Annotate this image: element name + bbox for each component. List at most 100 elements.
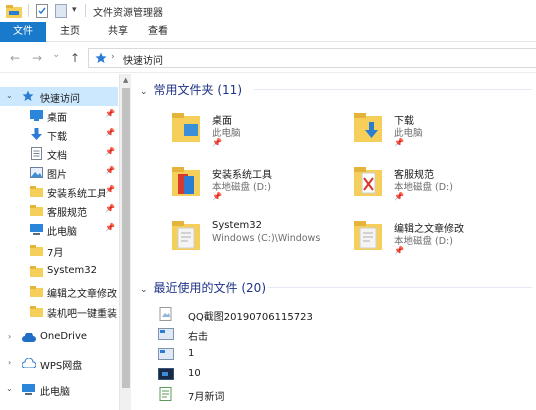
folder-tile-downloads[interactable]: 下载 此电脑 📌 (354, 110, 534, 154)
folder-location: Windows (C:)\Windows (212, 233, 321, 244)
nav-label: System32 (47, 265, 98, 276)
pin-icon[interactable]: 📌 (105, 223, 115, 232)
folder-location: 本地磁盘 (D:) (394, 182, 453, 193)
group-divider (254, 89, 532, 90)
pdf-folder-icon (354, 167, 382, 196)
pin-icon[interactable]: 📌 (105, 147, 115, 156)
nav-item-service-folder[interactable]: 客服规范 📌 (0, 201, 118, 220)
properties-icon[interactable] (36, 4, 48, 18)
nav-scrollbar[interactable]: ▲ (119, 74, 131, 410)
folder-icon (30, 205, 43, 216)
folder-icon (30, 245, 43, 256)
folder-tile-system32[interactable]: System32 Windows (C:)\Windows (172, 218, 352, 262)
document-icon (31, 147, 42, 160)
address-bar[interactable]: › 快速访问 (88, 48, 536, 68)
nav-label: 此电脑 (47, 227, 77, 238)
window-title: 文件资源管理器 (93, 8, 163, 19)
desktop-folder-icon (172, 113, 200, 142)
recent-file-item[interactable]: 右击 (158, 326, 518, 344)
nav-label: WPS网盘 (40, 361, 83, 372)
nav-item-documents[interactable]: 文档 📌 (0, 144, 118, 163)
toolbar-separator (85, 4, 86, 17)
scroll-up-arrow-icon[interactable]: ▲ (123, 76, 128, 84)
dark-screenshot-file-icon (158, 368, 174, 380)
new-folder-icon[interactable] (55, 4, 67, 18)
pin-icon[interactable]: 📌 (105, 166, 115, 175)
pin-icon[interactable]: 📌 (105, 109, 115, 118)
up-button[interactable]: ↑ (70, 51, 80, 65)
tab-home[interactable]: 主页 (50, 22, 90, 42)
nav-item-tools-folder[interactable]: 安装系统工具 📌 (0, 182, 118, 201)
nav-item-downloads[interactable]: 下载 📌 (0, 125, 118, 144)
tab-share[interactable]: 共享 (98, 22, 138, 42)
pin-icon: 📌 (394, 138, 404, 147)
pin-icon[interactable]: 📌 (105, 128, 115, 137)
folder-tile-tools[interactable]: 安装系统工具 本地磁盘 (D:) 📌 (172, 164, 352, 208)
collapse-chevron-icon[interactable]: ⌄ (6, 384, 13, 393)
folder-tile-edit-articles[interactable]: 编辑之文章修改 本地磁盘 (D:) 📌 (354, 218, 534, 262)
nav-wps-drive[interactable]: › WPS网盘 (0, 354, 118, 373)
expand-chevron-icon[interactable]: › (8, 358, 11, 367)
folder-icon (30, 286, 43, 297)
cloud-icon (22, 333, 36, 342)
nav-item-edit-articles[interactable]: 编辑之文章修改 (0, 282, 118, 301)
text-file-icon (159, 387, 172, 401)
nav-label: 桌面 (47, 113, 67, 124)
recent-file-item[interactable]: 7月新词 (158, 386, 518, 404)
folder-tile-desktop[interactable]: 桌面 此电脑 📌 (172, 110, 352, 154)
customize-toolbar-icon[interactable]: ▾ (72, 5, 77, 15)
frequent-folders-title: 常用文件夹 (11) (153, 83, 242, 97)
nav-label: OneDrive (40, 331, 88, 342)
tools-folder-icon (172, 167, 200, 196)
pin-icon[interactable]: 📌 (105, 204, 115, 213)
folder-location: 本地磁盘 (D:) (394, 236, 453, 247)
recent-file-name: 右击 (188, 332, 208, 343)
forward-button[interactable]: → (32, 51, 42, 65)
recent-files-header[interactable]: ⌄ 最近使用的文件 (20) (140, 279, 266, 296)
frequent-folders-header[interactable]: ⌄ 常用文件夹 (11) (140, 81, 242, 98)
tab-view[interactable]: 查看 (138, 22, 178, 42)
folder-icon (30, 266, 43, 277)
pin-icon: 📌 (212, 192, 222, 201)
recent-file-item[interactable]: 10 (158, 366, 518, 384)
nav-label: 编辑之文章修改 (47, 289, 117, 300)
scroll-thumb[interactable] (122, 88, 130, 388)
nav-item-reinstall[interactable]: 装机吧一键重装 (0, 302, 118, 321)
recent-file-name: 1 (188, 348, 195, 359)
breadcrumb-quick-access[interactable]: 快速访问 (123, 52, 163, 67)
screenshot-file-icon (158, 348, 174, 360)
group-divider (268, 287, 532, 288)
nav-onedrive[interactable]: › OneDrive (0, 328, 118, 347)
folder-tile-service[interactable]: 客服规范 本地磁盘 (D:) 📌 (354, 164, 534, 208)
ribbon: 文件 主页 共享 查看 (0, 22, 536, 42)
folder-icon (30, 306, 43, 317)
nav-label: 快速访问 (40, 94, 80, 105)
recent-file-item[interactable]: 1 (158, 346, 518, 364)
nav-label: 客服规范 (47, 208, 87, 219)
nav-item-this-pc-pinned[interactable]: 此电脑 📌 (0, 220, 118, 239)
recent-file-name: 10 (188, 368, 201, 379)
nav-quick-access[interactable]: ⌄ 快速访问 (0, 87, 118, 106)
download-arrow-icon (31, 128, 42, 140)
nav-item-pictures[interactable]: 图片 📌 (0, 163, 118, 182)
nav-item-july[interactable]: 7月 (0, 241, 118, 260)
tab-file[interactable]: 文件 (0, 22, 46, 42)
pin-icon: 📌 (212, 138, 222, 147)
expand-chevron-icon[interactable]: › (8, 332, 11, 341)
nav-item-desktop[interactable]: 桌面 📌 (0, 106, 118, 125)
folder-location: 本地磁盘 (D:) (212, 182, 271, 193)
computer-icon (30, 224, 43, 235)
documents-folder-icon (354, 221, 382, 250)
nav-label: 图片 (47, 170, 67, 181)
file-explorer-icon[interactable] (6, 4, 22, 18)
desktop-icon (30, 110, 43, 121)
pin-icon: 📌 (394, 246, 404, 255)
recent-file-item[interactable]: QQ截图20190706115723 (158, 306, 518, 324)
pin-icon[interactable]: 📌 (105, 185, 115, 194)
nav-this-pc[interactable]: ⌄ 此电脑 (0, 380, 118, 399)
recent-locations-button[interactable]: ⌄ (52, 48, 60, 62)
content-pane: ⌄ 常用文件夹 (11) 桌面 此电脑 📌 下载 此电脑 📌 安装系统工具 本地磁… (132, 74, 536, 410)
collapse-chevron-icon[interactable]: ⌄ (6, 91, 13, 100)
nav-item-system32[interactable]: System32 (0, 262, 118, 281)
back-button[interactable]: ← (10, 51, 20, 65)
